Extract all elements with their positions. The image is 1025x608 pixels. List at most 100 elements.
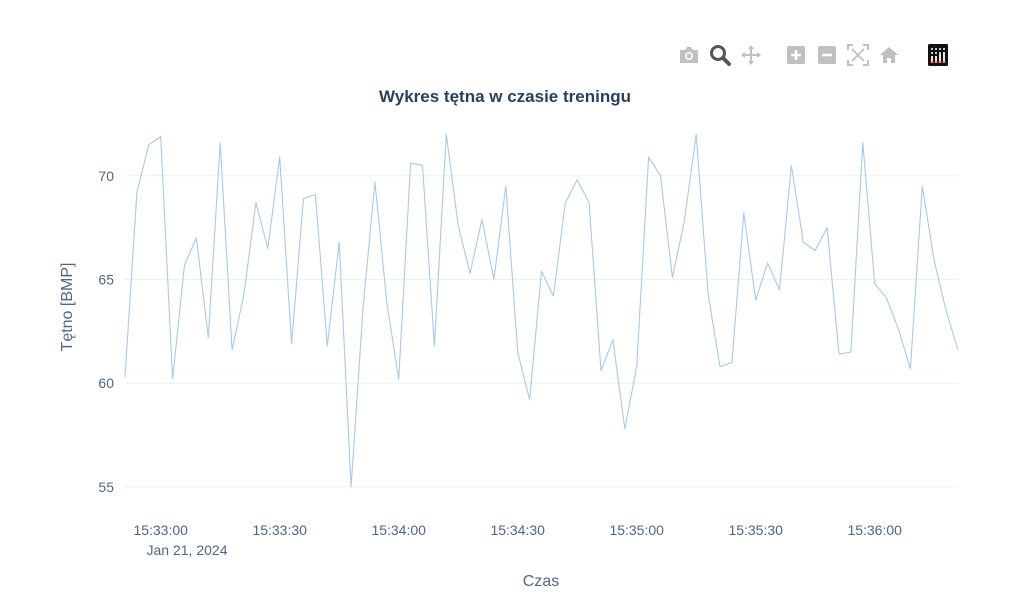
data-point <box>313 192 318 197</box>
y-tick-label: 55 <box>98 479 114 495</box>
data-point <box>194 236 199 241</box>
data-point <box>349 484 354 489</box>
data-point <box>384 300 389 305</box>
data-point <box>658 173 663 178</box>
data-point <box>230 348 235 353</box>
y-axis-title: Tętno [BMP] <box>59 263 76 352</box>
data-point <box>837 352 842 357</box>
heart-rate-line <box>124 133 959 488</box>
data-point <box>729 360 734 365</box>
data-point <box>444 132 449 137</box>
data-point <box>777 287 782 292</box>
y-tick-label: 70 <box>98 168 114 184</box>
x-tick-label: 15:33:30 <box>252 522 307 538</box>
zoom-icon[interactable] <box>707 42 733 68</box>
data-point <box>718 364 723 369</box>
plotly-logo-icon[interactable] <box>925 42 951 68</box>
camera-icon[interactable] <box>676 42 702 68</box>
data-point <box>146 142 151 147</box>
data-point <box>920 184 925 189</box>
data-point <box>158 134 163 139</box>
y-axis-ticks: 55 60 65 70 <box>98 168 114 495</box>
data-point <box>884 296 889 301</box>
x-axis-ticks: 15:33:00 15:33:30 15:34:00 15:34:30 15:35:00… <box>133 522 902 538</box>
data-point <box>872 281 877 286</box>
data-point <box>480 217 485 222</box>
data-point <box>551 294 556 299</box>
x-tick-label: 15:34:30 <box>490 522 545 538</box>
data-point <box>503 184 508 189</box>
x-axis-title: Czas <box>523 573 559 590</box>
x-tick-label: 15:35:00 <box>609 522 664 538</box>
x-tick-label: 15:36:00 <box>847 522 902 538</box>
x-tick-label: 15:34:00 <box>371 522 426 538</box>
data-point <box>527 397 532 402</box>
data-point <box>956 348 961 353</box>
y-tick-label: 65 <box>98 271 114 287</box>
data-point <box>765 260 770 265</box>
pan-icon[interactable] <box>738 42 764 68</box>
data-point <box>301 196 306 201</box>
data-point <box>741 211 746 216</box>
autoscale-icon[interactable] <box>845 42 871 68</box>
data-point <box>789 163 794 168</box>
data-point <box>242 292 247 297</box>
x-tick-label: 15:33:00 <box>133 522 188 538</box>
data-point <box>634 364 639 369</box>
data-point <box>944 308 949 313</box>
zoom-out-icon[interactable] <box>814 42 840 68</box>
chart-title: Wykres tętna w czasie treningu <box>379 87 631 106</box>
data-point <box>896 327 901 332</box>
data-point <box>420 163 425 168</box>
data-point <box>361 306 366 311</box>
data-point <box>515 350 520 355</box>
data-point <box>432 343 437 348</box>
data-point <box>646 155 651 160</box>
data-point <box>289 341 294 346</box>
data-point <box>825 225 830 230</box>
data-point <box>860 140 865 145</box>
data-point <box>337 240 342 245</box>
data-point <box>456 223 461 228</box>
data-point <box>932 258 937 263</box>
data-point <box>670 275 675 280</box>
data-point <box>170 377 175 382</box>
data-point <box>265 246 270 251</box>
data-point <box>813 248 818 253</box>
y-tick-label: 60 <box>98 375 114 391</box>
data-point <box>253 200 258 205</box>
data-point <box>610 337 615 342</box>
data-point <box>622 426 627 431</box>
data-point <box>123 374 128 379</box>
heart-rate-chart[interactable]: Wykres tętna w czasie treningu 55606570 … <box>0 0 1025 608</box>
data-point <box>801 240 806 245</box>
zoom-in-icon[interactable] <box>783 42 809 68</box>
data-point <box>587 200 592 205</box>
data-point <box>908 366 913 371</box>
data-point <box>277 155 282 160</box>
data-point <box>408 161 413 166</box>
data-point <box>682 219 687 224</box>
data-point <box>753 298 758 303</box>
data-point <box>599 368 604 373</box>
heart-rate-series <box>123 132 961 489</box>
x-date-label: Jan 21, 2024 <box>147 542 228 558</box>
data-point <box>218 140 223 145</box>
data-point <box>372 180 377 185</box>
x-tick-label: 15:35:30 <box>728 522 783 538</box>
data-point <box>468 271 473 276</box>
data-point <box>491 277 496 282</box>
data-point <box>182 262 187 267</box>
data-point <box>325 343 330 348</box>
modebar-toolbar <box>676 42 956 68</box>
gridlines <box>125 175 958 488</box>
data-point <box>206 335 211 340</box>
data-point <box>575 177 580 182</box>
reset-axes-icon[interactable] <box>876 42 902 68</box>
data-point <box>706 292 711 297</box>
data-point <box>694 132 699 137</box>
data-point <box>396 377 401 382</box>
data-point <box>539 269 544 274</box>
data-point <box>563 200 568 205</box>
data-point <box>134 190 139 195</box>
